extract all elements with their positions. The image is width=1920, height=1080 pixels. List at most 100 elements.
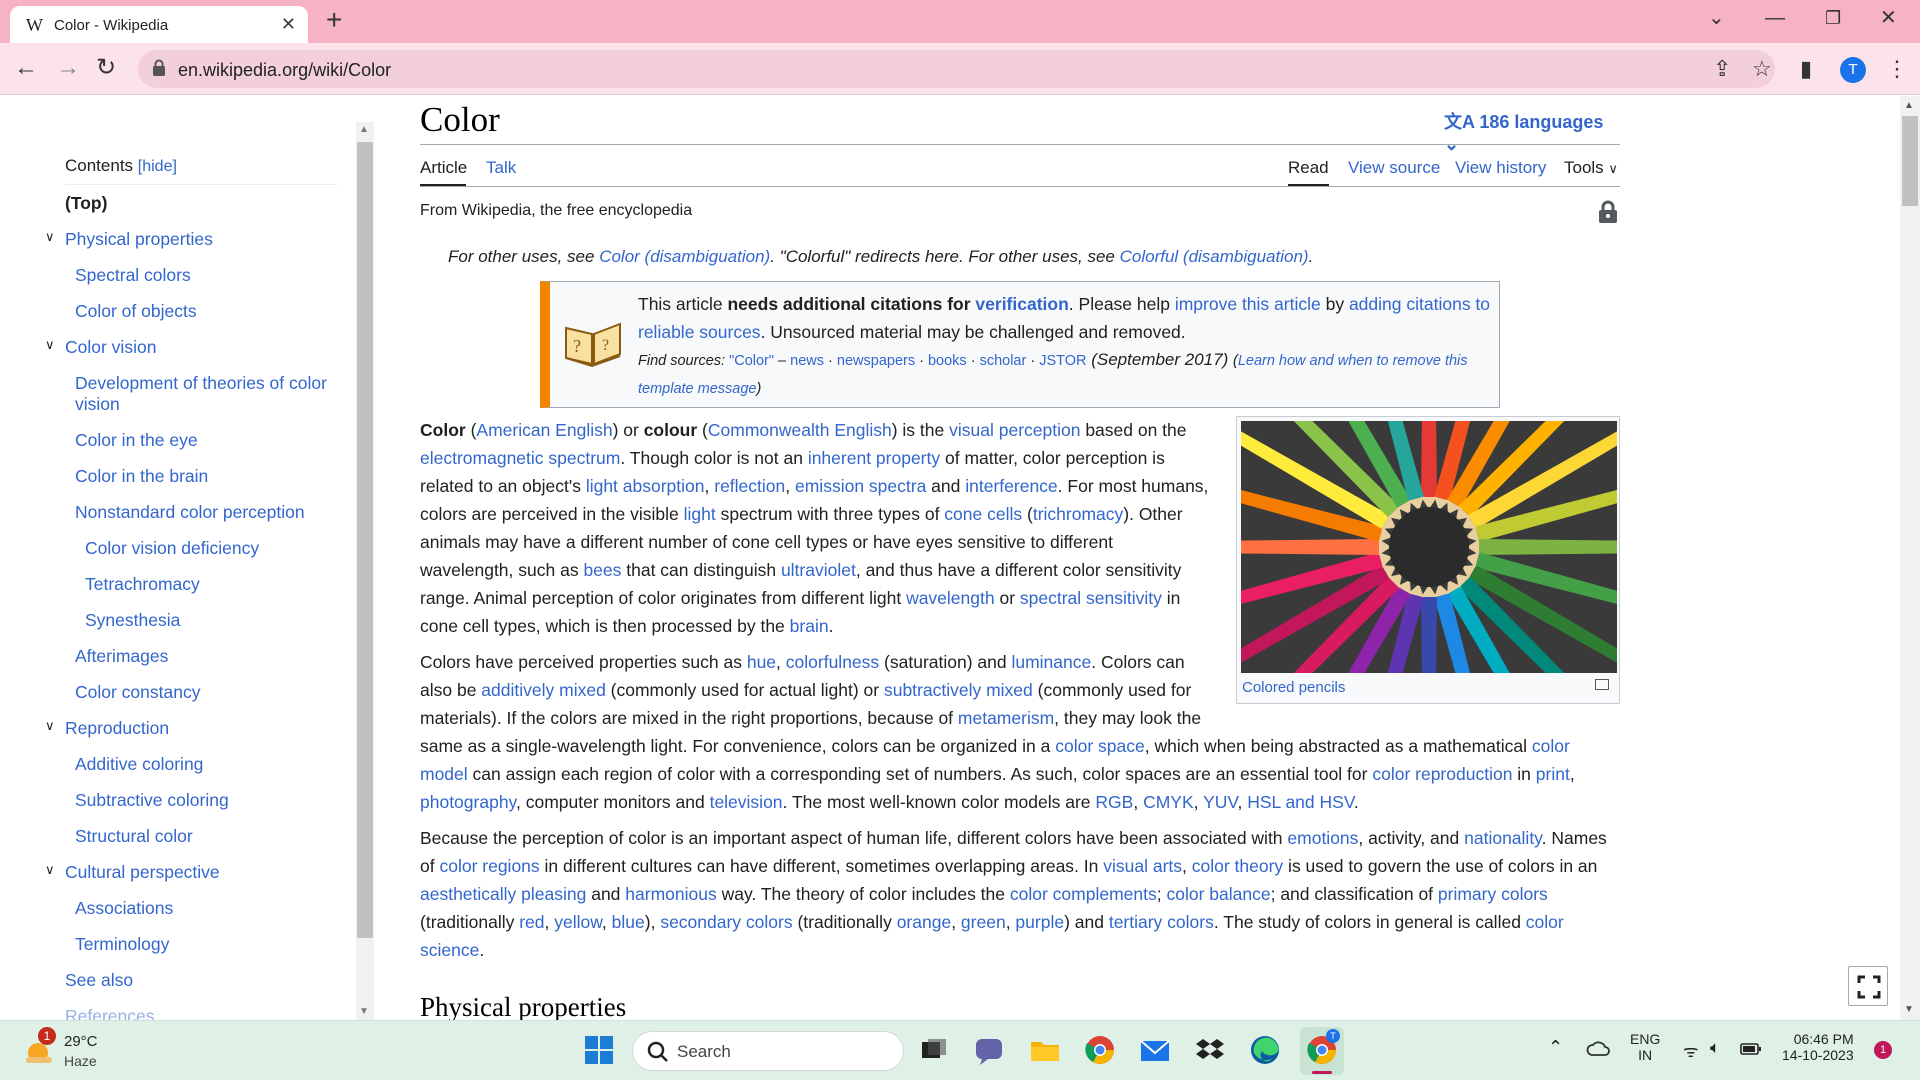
link-verification[interactable]: verification	[975, 294, 1068, 314]
link[interactable]: print	[1536, 764, 1570, 784]
tab-read[interactable]: Read	[1288, 158, 1329, 178]
link[interactable]: color complements	[1010, 884, 1157, 904]
page-scroll-up-icon[interactable]: ▲	[1904, 100, 1914, 111]
share-icon[interactable]: ⇪	[1713, 56, 1731, 82]
tab-view-source[interactable]: View source	[1348, 158, 1440, 178]
toc-scroll-down-icon[interactable]: ▼	[359, 1006, 369, 1017]
file-explorer-icon[interactable]	[1028, 1033, 1062, 1067]
reload-icon[interactable]: ↻	[96, 55, 116, 81]
link-source-jstor[interactable]: JSTOR	[1039, 353, 1086, 369]
link[interactable]: emotions	[1287, 828, 1358, 848]
page-scrollbar-thumb[interactable]	[1902, 116, 1918, 206]
chevron-down-icon[interactable]: ∨	[45, 718, 55, 734]
profile-avatar[interactable]: T	[1840, 57, 1866, 83]
link-source-scholar[interactable]: scholar	[980, 353, 1027, 369]
link[interactable]: wavelength	[906, 588, 995, 608]
link[interactable]: electromagnetic spectrum	[420, 448, 620, 468]
toc-item-terminology[interactable]: Terminology	[75, 934, 169, 955]
link[interactable]: RGB	[1095, 792, 1133, 812]
link-colorful-disambiguation[interactable]: Colorful (disambiguation)	[1120, 247, 1309, 266]
chevron-down-icon[interactable]: ∨	[45, 337, 55, 353]
url-text[interactable]: en.wikipedia.org/wiki/Color	[178, 60, 391, 81]
link[interactable]: visual perception	[949, 420, 1080, 440]
link[interactable]: cone cells	[944, 504, 1022, 524]
browser-tab-active[interactable]: W Color - Wikipedia ✕	[10, 6, 308, 43]
link[interactable]: television	[710, 792, 783, 812]
input-language[interactable]: ENG IN	[1630, 1031, 1660, 1063]
chrome-profile-taskbar-button[interactable]: T	[1300, 1027, 1344, 1075]
page-scrollbar[interactable]	[1900, 96, 1920, 1020]
battery-icon[interactable]	[1740, 1043, 1762, 1055]
figure-caption[interactable]: Colored pencils	[1242, 679, 1345, 696]
link[interactable]: trichromacy	[1033, 504, 1123, 524]
toc-item-references[interactable]: References	[65, 1006, 155, 1020]
link[interactable]: yellow	[554, 912, 602, 932]
toc-item-color-constancy[interactable]: Color constancy	[75, 682, 200, 703]
link[interactable]: brain	[790, 616, 829, 636]
link-color-disambiguation[interactable]: Color (disambiguation)	[599, 247, 770, 266]
close-window-button[interactable]: ✕	[1880, 6, 1897, 30]
link[interactable]: ultraviolet	[781, 560, 856, 580]
link-source-color[interactable]: "Color"	[729, 353, 774, 369]
toc-item-additive-coloring[interactable]: Additive coloring	[75, 754, 203, 775]
link-source-newspapers[interactable]: newspapers	[837, 353, 915, 369]
forward-arrow-icon[interactable]: →	[56, 55, 80, 81]
toc-item-see-also[interactable]: See also	[65, 970, 133, 991]
toc-item-color-in-the-eye[interactable]: Color in the eye	[75, 430, 198, 451]
menu-kebab-icon[interactable]: ⋮	[1886, 56, 1908, 82]
toc-scrollbar-thumb[interactable]	[357, 142, 373, 938]
link[interactable]: spectral sensitivity	[1020, 588, 1162, 608]
link[interactable]: secondary colors	[660, 912, 792, 932]
enlarge-icon[interactable]	[1595, 679, 1609, 690]
toc-item-nonstandard-color-perception[interactable]: Nonstandard color perception	[75, 502, 305, 523]
restore-window-button[interactable]: ❐	[1825, 6, 1841, 30]
onedrive-cloud-icon[interactable]	[1586, 1041, 1610, 1057]
link[interactable]: science	[420, 940, 479, 960]
fullscreen-button[interactable]	[1848, 966, 1888, 1006]
protection-lock-icon[interactable]	[1598, 200, 1618, 224]
link-improve-article[interactable]: improve this article	[1175, 294, 1321, 314]
toc-item-synesthesia[interactable]: Synesthesia	[85, 610, 180, 631]
link[interactable]: reflection	[714, 476, 785, 496]
toc-item-subtractive-coloring[interactable]: Subtractive coloring	[75, 790, 229, 811]
notification-badge[interactable]: 1	[1874, 1041, 1892, 1059]
link[interactable]: color reproduction	[1372, 764, 1512, 784]
link[interactable]: light absorption	[586, 476, 705, 496]
volume-icon[interactable]: 🔈︎	[1710, 1038, 1720, 1058]
link[interactable]: green	[961, 912, 1006, 932]
toc-item-color-vision-deficiency[interactable]: Color vision deficiency	[85, 538, 259, 559]
show-hidden-icons-chevron[interactable]: ⌃	[1548, 1037, 1563, 1058]
toc-hide-toggle[interactable]: [hide]	[138, 158, 177, 175]
toc-item-spectral-colors[interactable]: Spectral colors	[75, 265, 191, 286]
tools-menu[interactable]: Tools ∨	[1564, 158, 1618, 178]
task-view-icon[interactable]	[917, 1033, 951, 1067]
chevron-down-icon[interactable]: ∨	[45, 862, 55, 878]
link[interactable]: aesthetically pleasing	[420, 884, 586, 904]
address-bar[interactable]: en.wikipedia.org/wiki/Color	[138, 50, 1775, 88]
link[interactable]: tertiary colors	[1109, 912, 1214, 932]
link[interactable]: primary colors	[1438, 884, 1548, 904]
link[interactable]: American English	[476, 420, 612, 440]
chevron-down-icon[interactable]: ∨	[45, 229, 55, 245]
toc-item-reproduction[interactable]: ∨ Reproduction	[45, 718, 169, 739]
link[interactable]: emission spectra	[795, 476, 926, 496]
tab-view-history[interactable]: View history	[1455, 158, 1546, 178]
link[interactable]: purple	[1015, 912, 1064, 932]
tab-search-chevron-icon[interactable]: ⌄	[1708, 6, 1725, 30]
bookmark-star-icon[interactable]: ☆	[1752, 56, 1772, 82]
link-source-books[interactable]: books	[928, 353, 967, 369]
link[interactable]: color space	[1055, 736, 1145, 756]
link[interactable]: interference	[965, 476, 1057, 496]
link[interactable]: visual arts	[1103, 856, 1182, 876]
link[interactable]: additively mixed	[481, 680, 606, 700]
link[interactable]: color regions	[439, 856, 539, 876]
link[interactable]: luminance	[1011, 652, 1091, 672]
page-scroll-down-icon[interactable]: ▼	[1904, 1004, 1914, 1015]
link[interactable]: Commonwealth English	[708, 420, 892, 440]
link[interactable]: nationality	[1464, 828, 1542, 848]
toc-item-color-of-objects[interactable]: Color of objects	[75, 301, 197, 322]
tab-talk[interactable]: Talk	[486, 158, 516, 178]
toc-item-tetrachromacy[interactable]: Tetrachromacy	[85, 574, 200, 595]
link[interactable]: photography	[420, 792, 516, 812]
link[interactable]: color theory	[1192, 856, 1283, 876]
